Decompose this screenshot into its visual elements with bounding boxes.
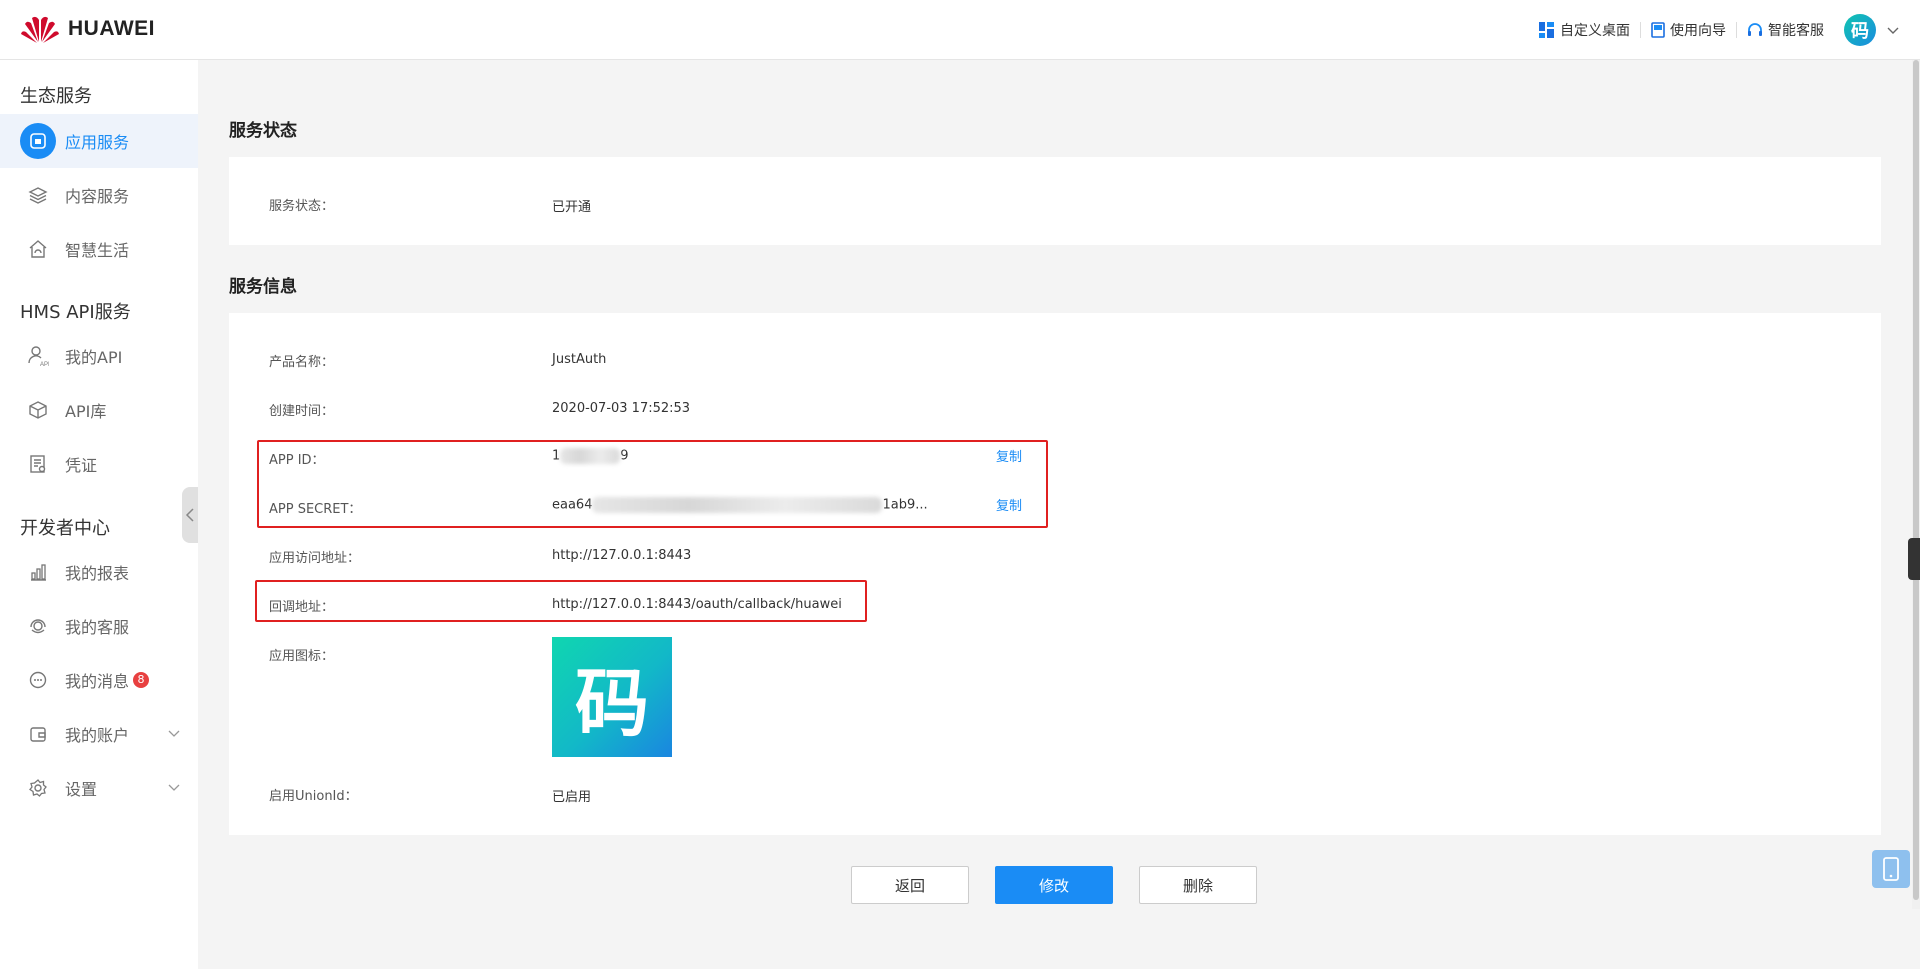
sidebar-item-settings[interactable]: 设置: [0, 761, 198, 815]
custom-desktop-label: 自定义桌面: [1560, 23, 1630, 39]
avatar[interactable]: 码: [1844, 14, 1876, 46]
highlight-box-credentials: [257, 440, 1048, 528]
brand-name: HUAWEI: [68, 17, 155, 40]
access-url-label: 应用访问地址：: [269, 551, 361, 566]
service-status-card: 服务状态： 已开通: [229, 157, 1881, 245]
credential-icon: [20, 446, 56, 482]
user-guide-label: 使用向导: [1670, 23, 1726, 39]
sidebar-item-my-service[interactable]: 我的客服: [0, 599, 198, 653]
sidebar-item-label: 设置: [65, 780, 98, 799]
sidebar-collapse-button[interactable]: [182, 487, 198, 543]
sidebar-item-my-reports[interactable]: 我的报表: [0, 545, 198, 599]
sidebar-item-my-api[interactable]: API 我的API: [0, 329, 198, 383]
app-icon-label: 应用图标：: [269, 649, 335, 664]
sidebar-item-api-library[interactable]: API库: [0, 383, 198, 437]
chevron-left-icon: [185, 508, 194, 522]
header-actions: 自定义桌面 使用向导 智能客服 码: [1529, 12, 1900, 48]
chevron-down-icon[interactable]: [1886, 23, 1900, 37]
bar-chart-icon: [20, 554, 56, 590]
created-time-label: 创建时间：: [269, 404, 335, 419]
sidebar-item-content-service[interactable]: 内容服务: [0, 168, 198, 222]
back-button[interactable]: 返回: [851, 866, 969, 904]
message-icon: [20, 662, 56, 698]
smart-service-link[interactable]: 智能客服: [1737, 20, 1834, 40]
sidebar: 生态服务 应用服务 内容服务 智慧生活 HMS API服务 API 我的API …: [0, 60, 198, 969]
service-info-title: 服务信息: [229, 277, 297, 297]
sidebar-item-app-service[interactable]: 应用服务: [0, 114, 198, 168]
delete-button[interactable]: 删除: [1139, 866, 1257, 904]
sidebar-item-my-account[interactable]: 我的账户: [0, 707, 198, 761]
access-url-value: http://127.0.0.1:8443: [552, 548, 692, 563]
service-status-title: 服务状态: [229, 121, 297, 141]
service-status-value: 已开通: [552, 200, 592, 215]
top-header: HUAWEI 自定义桌面 使用向导 智能客服 码: [0, 0, 1920, 60]
service-icon: [20, 608, 56, 644]
unread-badge: 8: [133, 672, 150, 688]
section-title-dev-center: 开发者中心: [20, 518, 110, 539]
sidebar-item-label: 智慧生活: [65, 241, 130, 260]
highlight-box-callback: [255, 580, 867, 622]
sidebar-item-label: 凭证: [65, 456, 98, 475]
cube-icon: [20, 392, 56, 428]
created-time-value: 2020-07-03 17:52:53: [552, 401, 691, 416]
app-service-icon: [20, 123, 56, 159]
chevron-down-icon[interactable]: [168, 781, 180, 793]
scrollbar-thumb[interactable]: [1913, 60, 1919, 900]
section-title-hms-api: HMS API服务: [20, 302, 131, 323]
sidebar-item-label: 内容服务: [65, 187, 130, 206]
sidebar-item-label: 我的客服: [65, 618, 130, 637]
custom-desktop-link[interactable]: 自定义桌面: [1529, 20, 1640, 40]
chevron-down-icon[interactable]: [168, 727, 180, 739]
product-name-value: JustAuth: [552, 352, 607, 367]
sidebar-item-label: 我的消息: [65, 672, 130, 691]
huawei-logo[interactable]: HUAWEI: [20, 14, 155, 44]
headset-icon: [1748, 23, 1762, 36]
unionid-label: 启用UnionId：: [269, 789, 358, 804]
svg-text:API: API: [40, 362, 49, 367]
settings-icon: [20, 770, 56, 806]
smart-service-label: 智能客服: [1768, 23, 1824, 39]
huawei-flower-icon: [21, 16, 59, 43]
smart-home-icon: [20, 231, 56, 267]
sidebar-item-label: 应用服务: [65, 133, 130, 152]
user-guide-link[interactable]: 使用向导: [1641, 20, 1736, 40]
service-status-label: 服务状态：: [269, 199, 335, 214]
sidebar-item-label: 我的报表: [65, 564, 130, 583]
grid-icon: [1539, 22, 1554, 38]
sidebar-item-smart-life[interactable]: 智慧生活: [0, 222, 198, 276]
user-api-icon: API: [20, 338, 56, 374]
guide-book-icon: [1651, 22, 1665, 38]
unionid-value: 已启用: [552, 790, 592, 805]
sidebar-item-label: API库: [65, 402, 107, 421]
app-icon-image: 码: [552, 637, 672, 757]
edit-button[interactable]: 修改: [995, 866, 1113, 904]
wallet-icon: [20, 716, 56, 752]
layers-icon: [20, 177, 56, 213]
service-info-card: 产品名称： JustAuth 创建时间： 2020-07-03 17:52:53…: [229, 313, 1881, 835]
section-title-ecosystem: 生态服务: [20, 86, 92, 107]
sidebar-item-label: 我的API: [65, 348, 123, 367]
mobile-preview-button[interactable]: [1872, 850, 1910, 888]
side-drawer-handle[interactable]: [1908, 538, 1920, 580]
sidebar-item-credential[interactable]: 凭证: [0, 437, 198, 491]
product-name-label: 产品名称：: [269, 355, 335, 370]
sidebar-item-my-messages[interactable]: 我的消息 8: [0, 653, 198, 707]
phone-icon: [1883, 857, 1899, 881]
sidebar-item-label: 我的账户: [65, 726, 130, 745]
